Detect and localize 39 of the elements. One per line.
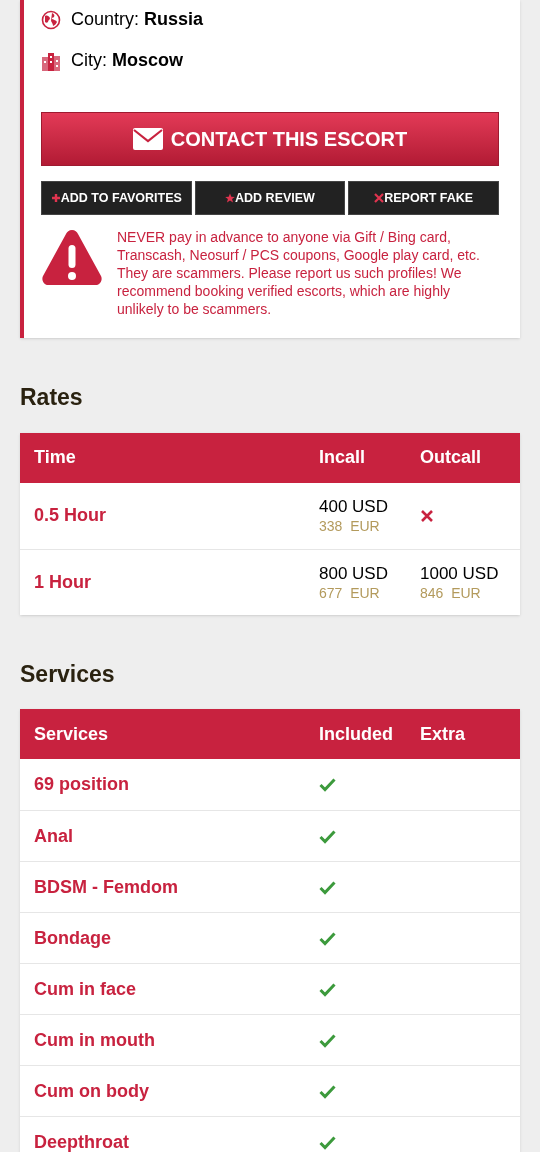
action-button[interactable]: ADD REVIEW (194, 181, 346, 215)
envelope-icon (132, 128, 163, 150)
service-name: 69 position (34, 773, 130, 796)
action-button[interactable]: REPORT FAKE (348, 181, 499, 215)
close-icon (374, 193, 385, 203)
star-icon (225, 193, 236, 203)
column-header: Extra (420, 722, 467, 746)
column-header: Services (34, 722, 110, 746)
service-name: Anal (34, 824, 74, 848)
price-usd: 1000 USD (420, 562, 500, 584)
price-eur: 338 EUR (319, 517, 381, 535)
price-usd: 400 USD (319, 496, 389, 517)
service-name: Deepthroat (34, 1130, 130, 1152)
globe-icon (41, 9, 61, 30)
section-heading: Rates (20, 383, 84, 412)
column-header: Outcall (420, 446, 482, 469)
buildings-icon (41, 50, 61, 71)
rate-duration: 1 Hour (34, 570, 92, 594)
column-header: Incall (319, 446, 367, 469)
plus-icon (50, 193, 61, 203)
service-name: Cum on body (34, 1079, 150, 1103)
service-name: BDSM - Femdom (34, 875, 179, 899)
detail-text: Country: Russia (71, 8, 204, 31)
rate-duration: 0.5 Hour (34, 504, 108, 527)
column-header: Time (34, 446, 77, 469)
action-button[interactable]: ADD TO FAVORITES (41, 181, 192, 215)
price-usd: 800 USD (319, 562, 389, 584)
contact-button[interactable]: CONTACT THIS ESCORT (41, 112, 499, 166)
service-name: Bondage (34, 926, 112, 950)
scam-warning-text: NEVER pay in advance to anyone via Gift / Bing card, Transcash, Neosurf / PCS coupons, Google play card, etc. They are scammers. Please report us such profiles! We recommend booking verified escorts, which are highly unlikely to be scammers. (117, 228, 481, 318)
warning-icon (41, 228, 103, 286)
service-name: Cum in mouth (34, 1028, 156, 1052)
cross-icon (420, 508, 434, 523)
section-heading: Services (20, 659, 116, 689)
price-eur: 846 EUR (420, 583, 482, 602)
price-eur: 677 EUR (319, 583, 381, 602)
service-name: Cum in face (34, 977, 138, 1001)
column-header: Included (319, 722, 394, 746)
detail-text: City: Moscow (71, 49, 184, 72)
